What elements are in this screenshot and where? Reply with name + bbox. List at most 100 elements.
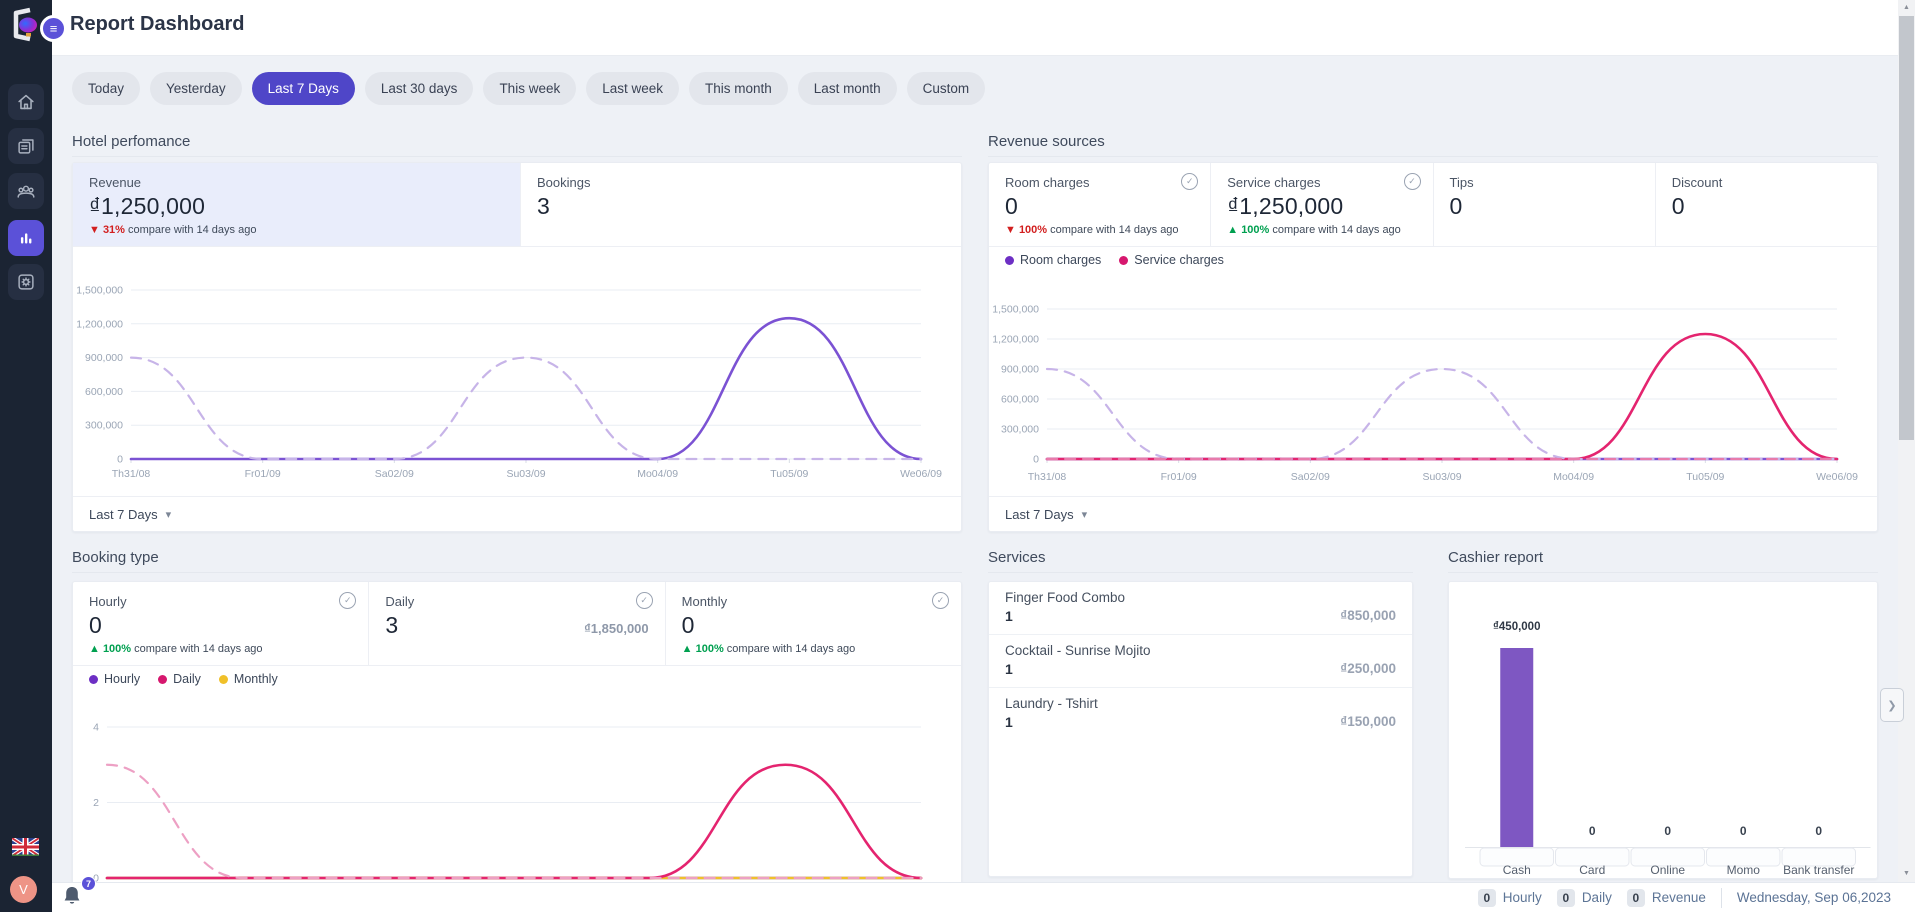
stat-value: 0	[1672, 193, 1861, 220]
stat-label: Monthly	[682, 594, 945, 609]
check-circle-icon[interactable]: ✓	[636, 592, 653, 609]
stat-tile-bookings[interactable]: Bookings 3	[520, 163, 961, 246]
svg-text:2: 2	[93, 797, 99, 809]
stat-label: Hourly	[89, 594, 352, 609]
filter-chip-yesterday[interactable]: Yesterday	[150, 72, 242, 105]
counter-revenue[interactable]: 0Revenue	[1627, 889, 1706, 907]
counter-hourly[interactable]: 0Hourly	[1478, 889, 1542, 907]
menu-icon: ≡	[50, 21, 58, 36]
stat-tile-daily[interactable]: Daily ✓ 3 ₫1,850,000	[368, 582, 664, 665]
svg-text:We06/09: We06/09	[900, 468, 942, 480]
filter-chip-last-month[interactable]: Last month	[798, 72, 897, 105]
sidebar-item-reports[interactable]	[8, 220, 44, 256]
svg-text:0: 0	[117, 454, 123, 466]
filter-chip-last-7-days[interactable]: Last 7 Days	[252, 72, 355, 105]
sidebar-item-settings[interactable]	[8, 264, 44, 300]
scroll-down-arrow-icon[interactable]: ▼	[1898, 867, 1915, 881]
notifications-button[interactable]: 7	[62, 885, 92, 912]
counter-daily[interactable]: 0Daily	[1557, 889, 1612, 907]
service-qty: 1	[1005, 714, 1013, 730]
delta-value: ▲ 100%	[1227, 224, 1269, 236]
stat-label: Discount	[1672, 175, 1861, 190]
svg-text:1,500,000: 1,500,000	[992, 304, 1039, 316]
filter-chip-this-month[interactable]: This month	[689, 72, 788, 105]
hotel-performance-panel: Revenue ₫1,250,000 ▼ 31% compare with 14…	[72, 162, 962, 532]
expand-icon: ❯	[1887, 699, 1896, 712]
scroll-up-arrow-icon[interactable]: ▲	[1898, 1, 1915, 15]
legend-item-monthly[interactable]: Monthly	[219, 672, 278, 686]
period-dropdown[interactable]: Last 7 Days ▾	[1005, 507, 1087, 522]
svg-text:Cash: Cash	[1503, 863, 1531, 877]
legend-dot	[219, 675, 228, 684]
legend-item-service-charges[interactable]: Service charges	[1119, 253, 1224, 267]
filter-chip-last-30-days[interactable]: Last 30 days	[365, 72, 474, 105]
stat-value: ₫1,250,000	[89, 193, 504, 220]
delta-value: ▼ 100%	[1005, 224, 1047, 236]
svg-text:600,000: 600,000	[1001, 394, 1039, 406]
stat-value: 0	[89, 612, 352, 639]
hotel-performance-footer: Last 7 Days ▾	[73, 496, 961, 531]
check-circle-icon[interactable]: ✓	[1181, 173, 1198, 190]
delta-value: ▲ 100%	[89, 643, 131, 655]
svg-text:We06/09: We06/09	[1816, 471, 1858, 483]
legend-item-room-charges[interactable]: Room charges	[1005, 253, 1101, 267]
stat-tile-revenue[interactable]: Revenue ₫1,250,000 ▼ 31% compare with 14…	[73, 163, 520, 246]
check-glyph: ✓	[344, 595, 352, 606]
svg-text:0: 0	[1589, 824, 1596, 838]
stat-delta: ▲ 100% compare with 14 days ago	[89, 643, 352, 655]
service-item-laundry-tshirt[interactable]: Laundry - Tshirt 1 ₫150,000	[989, 688, 1412, 741]
sidebar: V	[0, 0, 52, 912]
delta-note: compare with 14 days ago	[1050, 224, 1178, 236]
scrollbar-thumb[interactable]	[1899, 16, 1914, 440]
language-flag-button[interactable]	[12, 838, 39, 856]
topbar: Report Dashboard	[52, 0, 1898, 56]
booking-type-panel: Hourly ✓ 0 ▲ 100% compare with 14 days a…	[72, 581, 962, 912]
period-label: Last 7 Days	[89, 507, 158, 522]
legend-dot	[89, 675, 98, 684]
sidebar-item-documents[interactable]	[8, 128, 44, 164]
legend-item-hourly[interactable]: Hourly	[89, 672, 140, 686]
service-name: Laundry - Tshirt	[1005, 696, 1396, 711]
app-logo[interactable]	[6, 6, 44, 44]
stat-value: 0	[682, 612, 945, 639]
service-item-cocktail-sunrise-mojito[interactable]: Cocktail - Sunrise Mojito1₫250,000	[989, 635, 1412, 688]
svg-text:0: 0	[1815, 824, 1822, 838]
legend-dot	[1005, 256, 1014, 265]
check-glyph: ✓	[937, 595, 945, 606]
svg-text:Fr01/09: Fr01/09	[245, 468, 281, 480]
svg-text:0: 0	[1664, 824, 1671, 838]
stat-tile-room-charges[interactable]: Room charges ✓ 0 ▼ 100% compare with 14 …	[989, 163, 1210, 246]
check-circle-icon[interactable]: ✓	[932, 592, 949, 609]
section-title-services: Services	[988, 549, 1413, 573]
stat-value: 0	[1450, 193, 1639, 220]
status-bar: 7 0Hourly0Daily0Revenue Wednesday, Sep 0…	[52, 882, 1915, 912]
services-panel: Finger Food Combo1₫850,000Cocktail - Sun…	[988, 581, 1413, 877]
user-avatar[interactable]: V	[10, 876, 37, 903]
check-circle-icon[interactable]: ✓	[1404, 173, 1421, 190]
stat-tile-hourly[interactable]: Hourly ✓ 0 ▲ 100% compare with 14 days a…	[73, 582, 368, 665]
legend-item-daily[interactable]: Daily	[158, 672, 201, 686]
vertical-scrollbar[interactable]: ▲ ▼	[1898, 0, 1915, 882]
filter-chip-custom[interactable]: Custom	[907, 72, 986, 105]
expand-panel-button[interactable]: ❯	[1880, 688, 1904, 722]
stat-tile-service-charges[interactable]: Service charges ✓ ₫1,250,000 ▲ 100% comp…	[1210, 163, 1432, 246]
stat-tile-discount[interactable]: Discount 0	[1655, 163, 1877, 246]
filter-chip-today[interactable]: Today	[72, 72, 140, 105]
check-circle-icon[interactable]: ✓	[339, 592, 356, 609]
stat-tile-tips[interactable]: Tips 0	[1433, 163, 1655, 246]
home-icon	[15, 91, 37, 113]
sidebar-toggle-button[interactable]: ≡	[40, 15, 67, 42]
period-dropdown[interactable]: Last 7 Days ▾	[89, 507, 171, 522]
revenue-sources-chart: 0300,000600,000900,0001,200,0001,500,000…	[989, 275, 1879, 497]
avatar-initial: V	[19, 882, 28, 897]
service-amount: ₫150,000	[1340, 714, 1396, 730]
sidebar-item-home[interactable]	[8, 84, 44, 120]
filter-chip-last-week[interactable]: Last week	[586, 72, 679, 105]
section-title-cashier-report: Cashier report	[1448, 549, 1878, 573]
service-item-finger-food-combo[interactable]: Finger Food Combo1₫850,000	[989, 582, 1412, 635]
stat-value: 3	[385, 612, 398, 639]
documents-icon	[15, 135, 37, 157]
filter-chip-this-week[interactable]: This week	[483, 72, 576, 105]
stat-tile-monthly[interactable]: Monthly ✓ 0 ▲ 100% compare with 14 days …	[665, 582, 961, 665]
sidebar-item-customers[interactable]	[8, 173, 44, 209]
